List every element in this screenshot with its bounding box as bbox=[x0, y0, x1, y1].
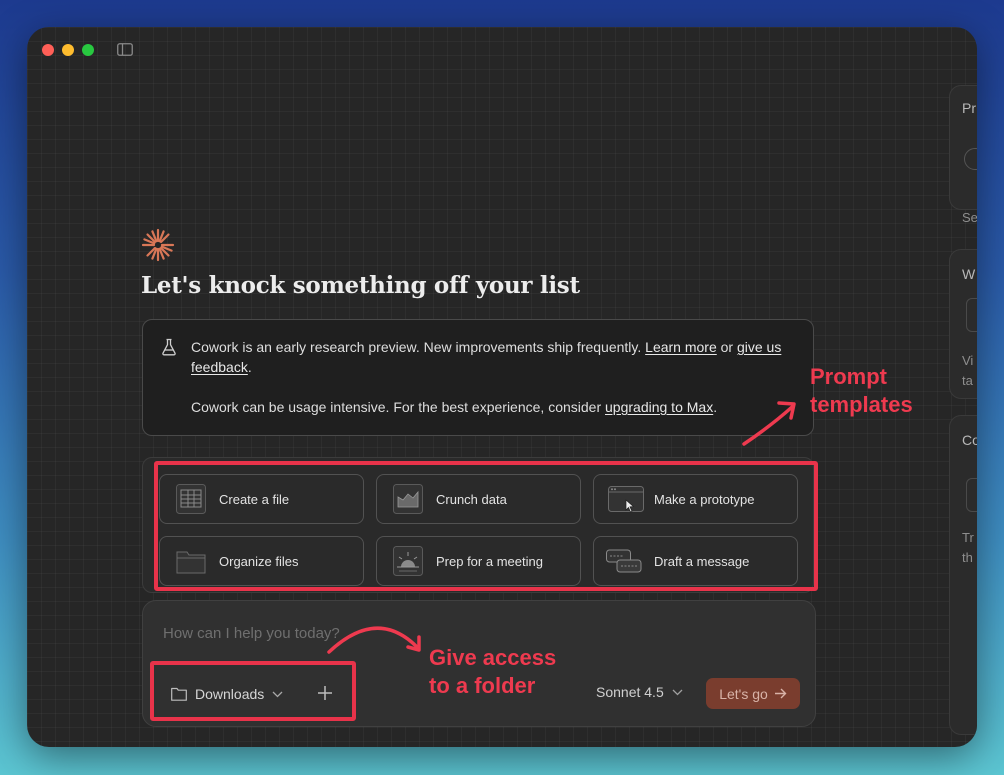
arrow-right-icon bbox=[774, 688, 787, 699]
notice-paragraph: Cowork can be usage intensive. For the b… bbox=[191, 397, 783, 417]
page-title: Let's knock something off your list bbox=[141, 272, 580, 299]
sidebar-toggle-icon[interactable] bbox=[117, 43, 133, 56]
right-panel-working-folder: W Vi ta bbox=[949, 249, 977, 399]
context-thumbnail-icon bbox=[966, 478, 977, 512]
notice-text: Cowork is an early research preview. New… bbox=[191, 339, 642, 355]
right-panel-subtext: Se bbox=[962, 210, 977, 225]
app-window: Pr Se W Vi ta Co Tr th Let's knock somet… bbox=[27, 27, 977, 747]
right-panel-title: Co bbox=[962, 432, 977, 448]
right-panel-subtext: ta bbox=[962, 373, 973, 388]
model-select-dropdown[interactable]: Sonnet 4.5 bbox=[596, 684, 683, 700]
folder-access-highlight-box bbox=[150, 661, 356, 721]
right-panel-context: Co Tr th bbox=[949, 415, 977, 735]
annotation-line: Prompt bbox=[810, 364, 887, 389]
right-panel-title: Pr bbox=[962, 100, 976, 116]
lets-go-button[interactable]: Let's go bbox=[706, 678, 800, 709]
notice-text: Cowork can be usage intensive. For the b… bbox=[191, 399, 602, 415]
notice-text: . bbox=[247, 359, 252, 375]
right-panel-progress: Pr Se bbox=[949, 85, 977, 225]
folder-access-annotation: Give access to a folder bbox=[429, 644, 556, 700]
prompt-templates-annotation: Prompt templates bbox=[810, 363, 913, 419]
annotation-line: to a folder bbox=[429, 673, 536, 698]
flask-icon bbox=[162, 338, 176, 356]
notice-text: or bbox=[720, 339, 734, 355]
claude-starburst-logo-icon bbox=[141, 228, 175, 262]
lets-go-label: Let's go bbox=[719, 685, 768, 702]
chevron-down-icon bbox=[672, 689, 683, 695]
prompt-templates-highlight-box bbox=[154, 461, 818, 591]
folder-thumbnail-icon bbox=[966, 298, 977, 332]
prompt-input[interactable] bbox=[163, 621, 563, 645]
right-panel-subtext: Vi bbox=[962, 353, 974, 368]
maximize-window-button[interactable] bbox=[82, 44, 94, 56]
annotation-line: Give access bbox=[429, 645, 557, 670]
right-panel-title: W bbox=[962, 266, 976, 282]
annotation-line: templates bbox=[810, 392, 913, 417]
notice-text: . bbox=[713, 399, 718, 415]
model-select-label: Sonnet 4.5 bbox=[596, 684, 664, 700]
notice-paragraph: Cowork is an early research preview. New… bbox=[191, 337, 783, 377]
minimize-window-button[interactable] bbox=[62, 44, 74, 56]
right-panel-subtext: Tr bbox=[962, 530, 974, 545]
research-preview-notice: Cowork is an early research preview. New… bbox=[142, 319, 814, 436]
learn-more-link[interactable]: Learn more bbox=[645, 339, 717, 355]
close-window-button[interactable] bbox=[42, 44, 54, 56]
upgrade-to-max-link[interactable]: upgrading to Max bbox=[605, 399, 713, 415]
progress-circle-icon bbox=[964, 148, 977, 170]
right-panel-subtext: th bbox=[962, 550, 973, 565]
